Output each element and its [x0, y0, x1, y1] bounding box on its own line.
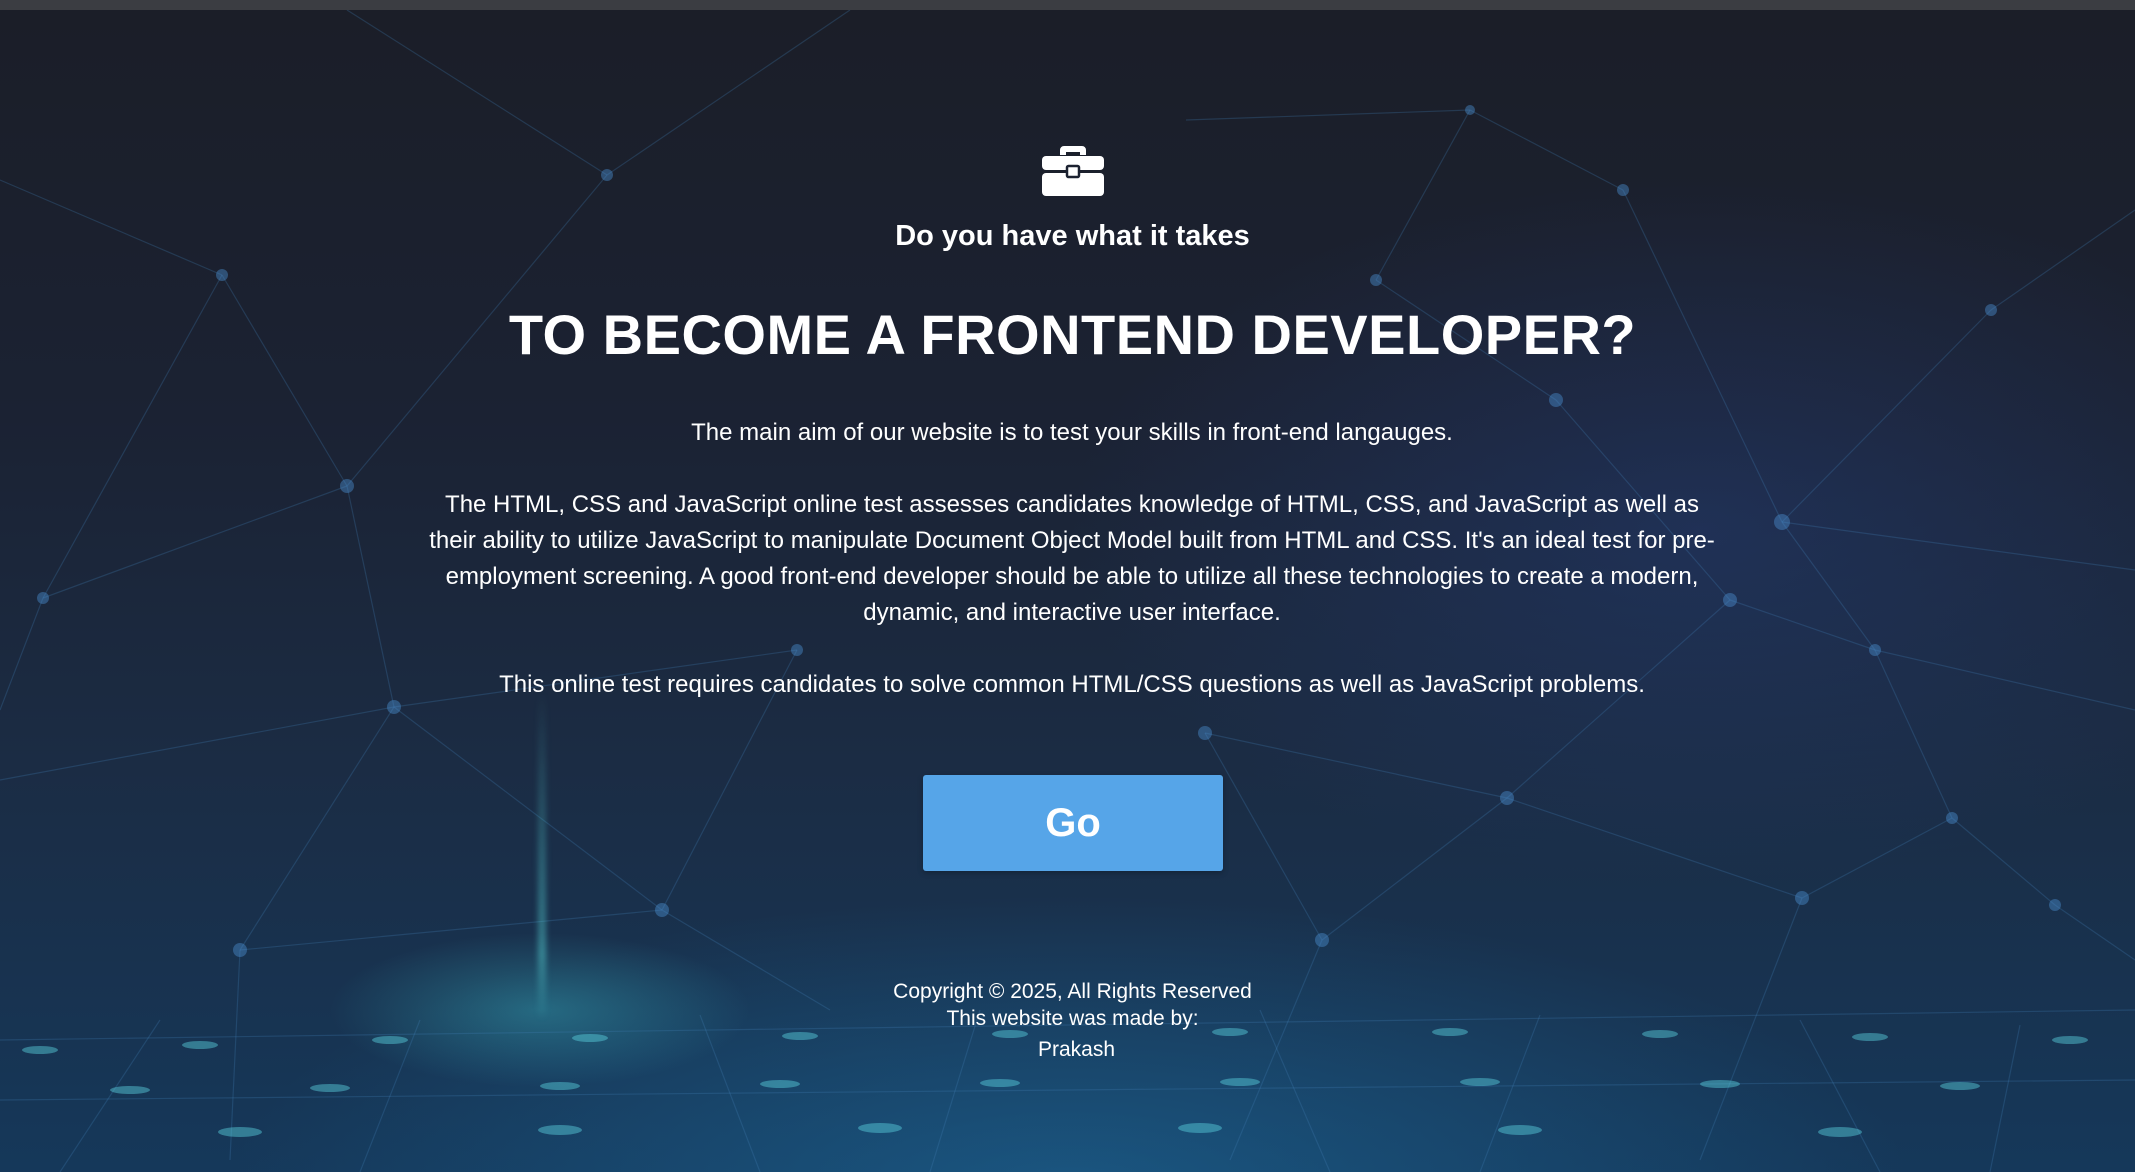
- test-info-paragraph: This online test requires candidates to …: [499, 671, 1645, 698]
- author-name: Prakash: [1037, 1038, 1116, 1061]
- copyright-text: Copyright © 2025, All Rights Reserved: [893, 980, 1252, 1003]
- page-title: TO BECOME A FRONTEND DEVELOPER?: [508, 303, 1637, 366]
- hero-section: Do you have what it takes TO BECOME A FR…: [0, 0, 2135, 1172]
- tagline: Do you have what it takes: [895, 220, 1250, 252]
- intro-paragraph: The main aim of our website is to test y…: [691, 419, 1453, 446]
- go-button[interactable]: Go: [923, 775, 1223, 871]
- footer: Copyright © 2025, All Rights Reserved Th…: [0, 978, 2135, 1063]
- made-by-text: This website was made by:: [946, 1007, 1199, 1030]
- description-paragraph: The HTML, CSS and JavaScript online test…: [429, 491, 1715, 626]
- briefcase-icon: [1042, 146, 1104, 196]
